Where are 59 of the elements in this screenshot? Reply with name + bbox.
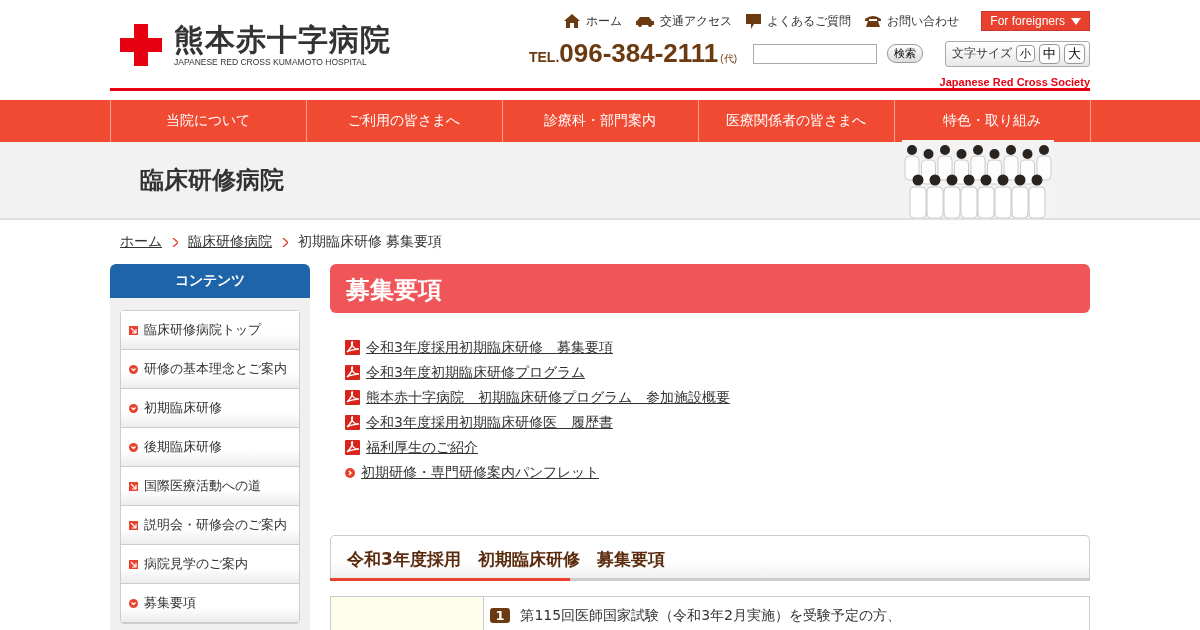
arrow-circle-icon — [129, 598, 138, 608]
sidebar-title: コンテンツ — [110, 264, 310, 298]
utility-link[interactable]: 交通アクセス — [636, 12, 733, 30]
arrow-circle-icon — [129, 403, 138, 413]
table-cell-text: 第115回医師国家試験（令和3年2月実施）を受験予定の方、 — [520, 607, 901, 623]
hospital-name: 熊本赤十字病院 — [174, 23, 391, 57]
arrow-circle-icon — [129, 364, 138, 374]
document-link[interactable]: 熊本赤十字病院 初期臨床研修プログラム 参加施設概要 — [366, 388, 730, 407]
utility-link-label: お問い合わせ — [887, 12, 960, 30]
sidebar-item[interactable]: 臨床研修病院トップ — [121, 311, 299, 350]
for-foreigners-button[interactable]: For foreigners — [981, 11, 1090, 31]
breadcrumb-link[interactable]: ホーム — [120, 233, 162, 251]
utility-link[interactable]: お問い合わせ — [865, 12, 960, 30]
utility-link-label: ホーム — [586, 12, 623, 30]
speech-bubble-icon — [746, 13, 762, 29]
phone-icon — [865, 15, 882, 27]
utility-link-label: 交通アクセス — [660, 12, 733, 30]
arrow-circle-icon — [345, 467, 355, 478]
font-size-button[interactable]: 中 — [1039, 43, 1060, 64]
search-field[interactable] — [753, 43, 877, 64]
breadcrumb-link[interactable]: 臨床研修病院 — [188, 233, 272, 251]
society-name: Japanese Red Cross Society — [939, 76, 1090, 88]
pdf-icon — [345, 365, 360, 380]
tel-prefix: TEL. — [528, 49, 560, 65]
arrow-square-icon — [129, 559, 138, 569]
search-button[interactable]: 検索 — [887, 44, 923, 63]
document-link[interactable]: 令和3年度採用初期臨床研修医 履歴書 — [366, 413, 613, 432]
subsection-title: 令和3年度採用 初期臨床研修 募集要項 — [346, 548, 666, 571]
document-link[interactable]: 福利厚生のご紹介 — [366, 438, 478, 457]
pdf-icon — [345, 390, 360, 405]
utility-link-label: よくあるご質問 — [767, 12, 852, 30]
cross-logo-icon — [120, 24, 162, 66]
font-size-button[interactable]: 大 — [1064, 43, 1085, 64]
car-icon — [636, 15, 655, 27]
chevron-icon — [172, 237, 178, 247]
document-link[interactable]: 初期研修・専門研修案内パンフレット — [361, 463, 599, 482]
phone-number: 096-384-2111 — [559, 38, 719, 69]
arrow-square-icon — [129, 520, 138, 530]
document-link[interactable]: 令和3年度初期臨床研修プログラム — [366, 363, 585, 382]
page-banner-title: 臨床研修病院 — [140, 165, 284, 196]
pdf-icon — [345, 440, 360, 455]
section-heading: 募集要項 — [330, 264, 1090, 313]
document-link[interactable]: 令和3年度採用初期臨床研修 募集要項 — [366, 338, 613, 357]
utility-link[interactable]: よくあるご質問 — [746, 12, 852, 30]
chevron-icon — [282, 237, 288, 247]
number-badge: 1 — [490, 608, 510, 623]
arrow-square-icon — [129, 325, 138, 335]
pdf-icon — [345, 415, 360, 430]
font-size-label: 文字サイズ — [952, 45, 1012, 62]
arrow-square-icon — [129, 481, 138, 491]
utility-link[interactable]: ホーム — [564, 12, 623, 30]
house-icon — [564, 14, 581, 28]
caret-icon — [1071, 17, 1081, 25]
breadcrumb-current: 初期臨床研修 募集要項 — [298, 233, 443, 251]
hospital-name-english: JAPANESE RED CROSS KUMAMOTO HOSPITAL — [174, 57, 368, 67]
font-size-button[interactable]: 小 — [1016, 45, 1035, 62]
pdf-icon — [345, 340, 360, 355]
tel-suffix: (代) — [720, 52, 737, 66]
arrow-circle-icon — [129, 442, 138, 452]
